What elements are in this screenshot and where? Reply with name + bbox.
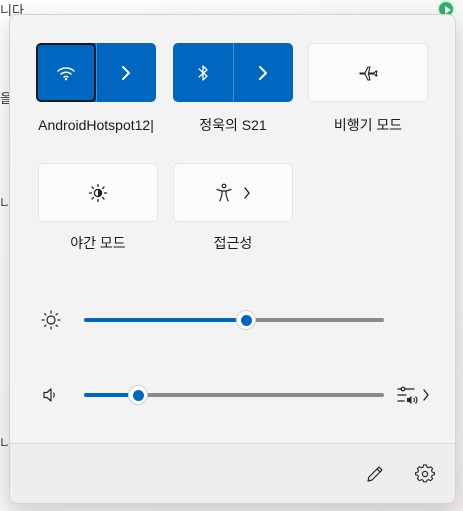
bluetooth-expand-button[interactable]	[232, 43, 294, 102]
speaker-icon[interactable]	[40, 385, 62, 405]
volume-slider[interactable]	[84, 385, 384, 405]
brightness-slider[interactable]	[84, 310, 384, 330]
night-light-toggle-button[interactable]	[39, 164, 157, 221]
audio-output-icon	[397, 386, 418, 404]
chevron-right-icon	[244, 186, 250, 199]
edit-quick-settings-button[interactable]	[363, 462, 387, 486]
brightness-slider-thumb[interactable]	[236, 310, 256, 330]
tile-airplane	[308, 43, 428, 102]
settings-button[interactable]	[413, 462, 437, 486]
brightness-slider-row	[40, 308, 440, 332]
tile-bluetooth	[173, 43, 293, 102]
tile-accessibility[interactable]	[173, 163, 293, 222]
quick-settings-footer	[10, 443, 455, 503]
tile-label-bluetooth: 정욱의 S21	[199, 117, 267, 133]
pencil-icon	[367, 466, 383, 482]
tile-label-airplane: 비행기 모드	[333, 117, 403, 133]
wifi-icon	[57, 66, 75, 80]
volume-slider-row	[40, 383, 440, 407]
chevron-right-icon	[122, 65, 131, 80]
night-light-icon	[88, 183, 108, 202]
quick-settings-panel: AndroidHotspot12​| 정욱의 S21 비행기 모드	[9, 14, 456, 504]
wifi-expand-button[interactable]	[95, 43, 157, 102]
airplane-toggle-button[interactable]	[309, 44, 427, 101]
wifi-toggle-button[interactable]	[36, 43, 96, 102]
accessibility-button[interactable]	[174, 164, 292, 221]
tile-wifi	[36, 43, 156, 102]
accessibility-icon	[216, 183, 232, 202]
gear-icon	[415, 464, 435, 483]
sun-icon	[41, 310, 61, 330]
brightness-slider-fill	[84, 318, 246, 322]
tile-label-accessibility: 접근성	[213, 235, 253, 251]
airplane-icon	[359, 65, 378, 81]
chevron-right-icon	[259, 65, 268, 80]
audio-output-button[interactable]	[396, 383, 440, 407]
volume-slider-thumb[interactable]	[128, 385, 148, 405]
tile-night-light	[38, 163, 158, 222]
tile-label-night-light: 야간 모드	[70, 235, 126, 251]
bluetooth-toggle-button[interactable]	[173, 43, 233, 102]
tile-label-wifi: AndroidHotspot12​|	[38, 117, 154, 133]
chevron-right-icon	[423, 389, 429, 401]
bluetooth-icon	[198, 64, 208, 81]
